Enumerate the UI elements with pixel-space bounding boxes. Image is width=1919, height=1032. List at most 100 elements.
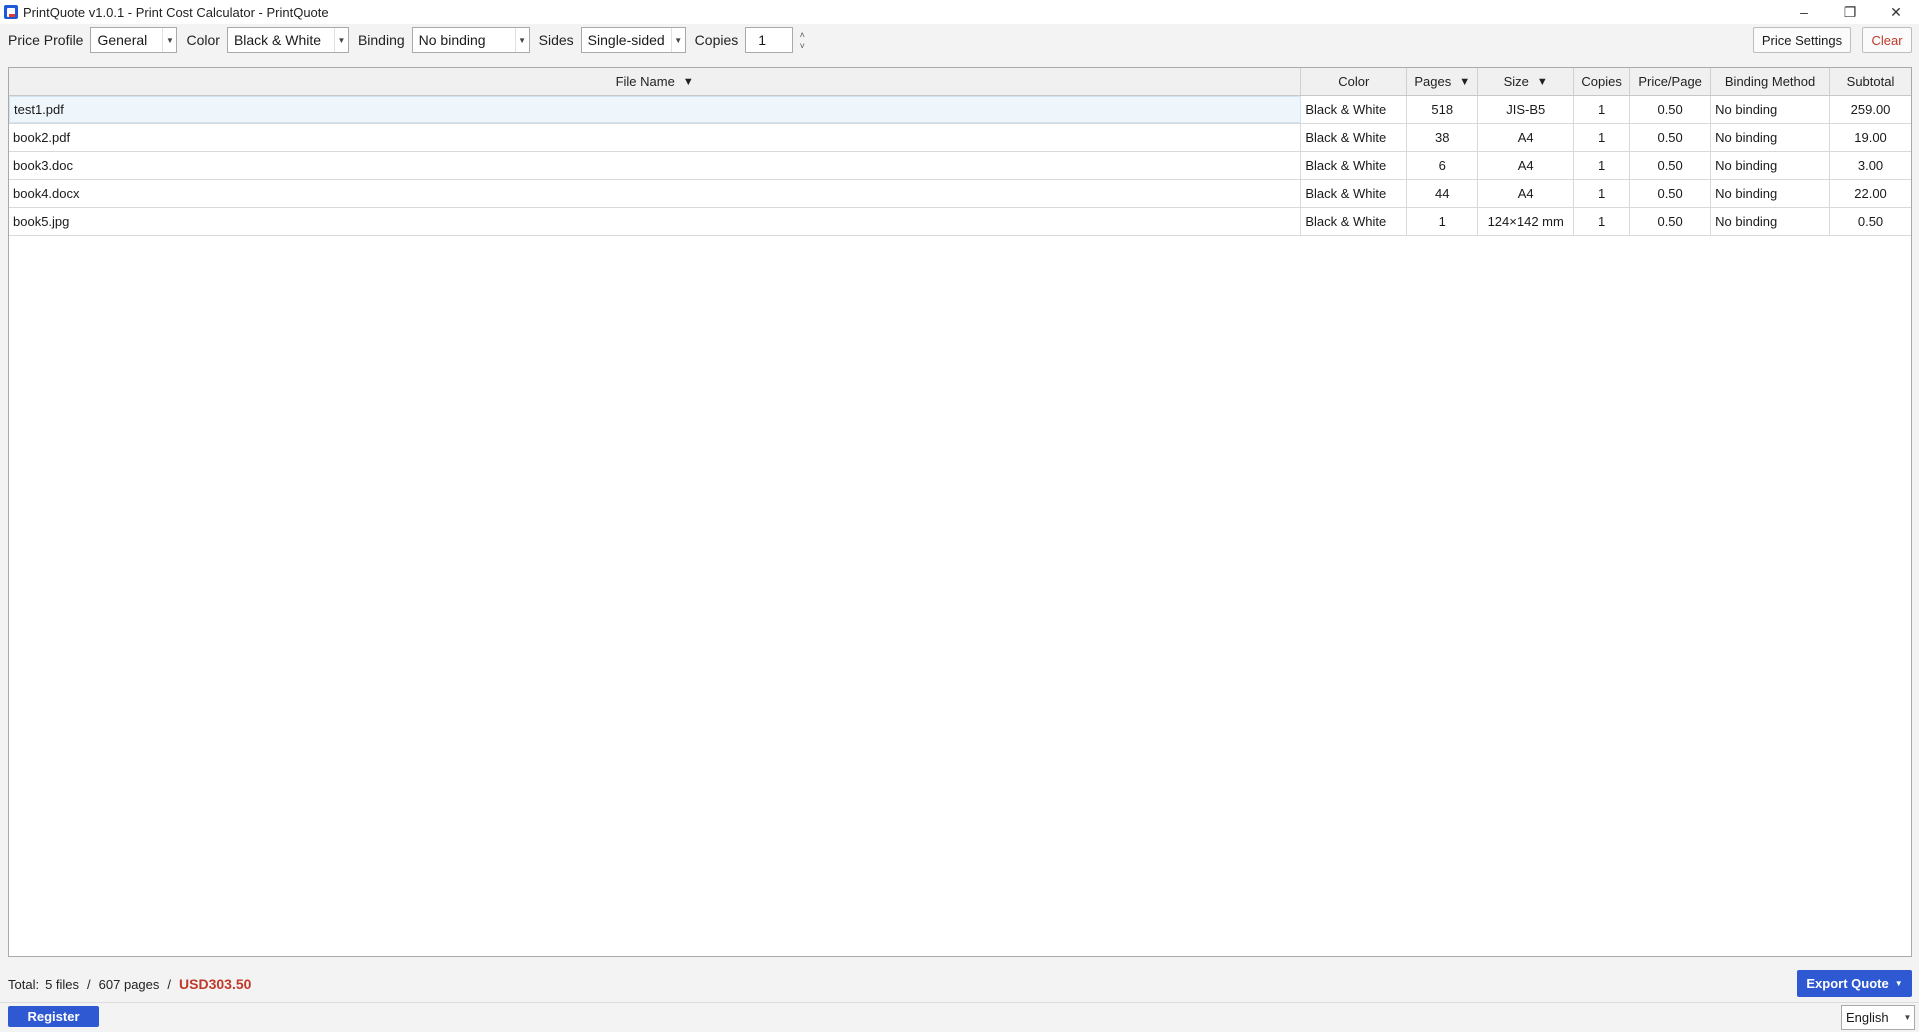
- totals-summary: Total: 5 files / 607 pages / USD303.50: [8, 974, 251, 994]
- cell-pages: 6: [1407, 152, 1479, 179]
- chevron-down-icon: ▼: [162, 28, 176, 52]
- copies-value: 1: [758, 32, 767, 48]
- header-copies[interactable]: Copies: [1574, 68, 1631, 95]
- sides-label: Sides: [538, 32, 574, 48]
- header-size-label: Size: [1503, 74, 1529, 89]
- window-title: PrintQuote v1.0.1 - Print Cost Calculato…: [23, 4, 329, 20]
- cell-color: Black & White: [1301, 152, 1408, 179]
- sort-desc-icon: ▼: [1459, 75, 1471, 88]
- cell-color: Black & White: [1301, 96, 1408, 123]
- sides-select[interactable]: Single-sided ▼: [580, 27, 686, 53]
- header-subtotal[interactable]: Subtotal: [1830, 68, 1911, 95]
- price-profile-label: Price Profile: [8, 32, 84, 48]
- cell-color: Black & White: [1301, 180, 1408, 207]
- cell-copies: 1: [1574, 152, 1631, 179]
- copies-label: Copies: [694, 32, 739, 48]
- cell-file-name: test1.pdf: [9, 96, 1302, 123]
- header-color[interactable]: Color: [1301, 68, 1408, 95]
- table-row[interactable]: test1.pdf Black & White 518 JIS-B5 1 0.5…: [9, 96, 1911, 124]
- table-row[interactable]: book3.doc Black & White 6 A4 1 0.50 No b…: [9, 152, 1911, 180]
- language-select[interactable]: English ▼: [1841, 1005, 1915, 1030]
- cell-subtotal: 0.50: [1857, 214, 1884, 229]
- cell-copies: 1: [1574, 208, 1631, 235]
- chevron-down-icon: ▼: [670, 28, 685, 52]
- total-pages: 607 pages: [98, 976, 160, 992]
- cell-pages: 518: [1407, 96, 1479, 123]
- cell-price-page: 0.50: [1630, 96, 1712, 123]
- binding-label: Binding: [357, 32, 405, 48]
- cell-binding-method: No binding: [1711, 96, 1831, 123]
- cell-binding-method: No binding: [1711, 180, 1831, 207]
- separator: /: [167, 976, 172, 992]
- price-settings-button[interactable]: Price Settings: [1753, 27, 1851, 53]
- cell-size: A4: [1478, 152, 1575, 179]
- header-price-page[interactable]: Price/Page: [1630, 68, 1712, 95]
- table-header: File Name ▼ Color Pages ▼ Size ▼ Copies …: [9, 68, 1911, 96]
- cell-file-name: book5.jpg: [9, 208, 1302, 235]
- register-button[interactable]: Register: [8, 1006, 99, 1027]
- cell-pages: 44: [1407, 180, 1479, 207]
- close-button[interactable]: ✕: [1873, 0, 1919, 24]
- table-row[interactable]: book2.pdf Black & White 38 A4 1 0.50 No …: [9, 124, 1911, 152]
- export-quote-label: Export Quote: [1806, 976, 1889, 991]
- file-table: File Name ▼ Color Pages ▼ Size ▼ Copies …: [8, 67, 1912, 957]
- cell-copies: 1: [1574, 180, 1631, 207]
- total-label: Total:: [8, 976, 40, 992]
- export-quote-button[interactable]: Export Quote ▼: [1797, 970, 1912, 997]
- table-row[interactable]: book4.docx Black & White 44 A4 1 0.50 No…: [9, 180, 1911, 208]
- chevron-down-icon: ▼: [514, 28, 529, 52]
- cell-file-name: book2.pdf: [9, 124, 1302, 151]
- cell-subtotal: 19.00: [1854, 130, 1887, 145]
- window-controls: – ❐ ✕: [1781, 0, 1919, 24]
- total-files: 5 files: [45, 976, 80, 992]
- clear-button[interactable]: Clear: [1862, 27, 1912, 53]
- binding-value: No binding: [418, 32, 486, 48]
- cell-pages: 38: [1407, 124, 1479, 151]
- cell-subtotal: 259.00: [1850, 102, 1891, 117]
- app-icon: [4, 5, 18, 19]
- cell-price-page: 0.50: [1630, 152, 1712, 179]
- divider: [0, 1002, 1919, 1003]
- restore-button[interactable]: ❐: [1827, 0, 1873, 24]
- cell-price-page: 0.50: [1630, 180, 1712, 207]
- header-binding-method[interactable]: Binding Method: [1711, 68, 1831, 95]
- cell-price-page: 0.50: [1630, 124, 1712, 151]
- cell-copies: 1: [1574, 124, 1631, 151]
- sort-desc-icon: ▼: [682, 75, 694, 88]
- separator: /: [87, 976, 91, 992]
- copies-stepper[interactable]: 1 ˄ ˅: [745, 27, 805, 53]
- color-label: Color: [186, 32, 220, 48]
- cell-size: 124×142 mm: [1478, 208, 1575, 235]
- stepper-arrows[interactable]: ˄ ˅: [796, 28, 808, 54]
- cell-binding-method: No binding: [1711, 208, 1831, 235]
- table-row[interactable]: book5.jpg Black & White 1 124×142 mm 1 0…: [9, 208, 1911, 236]
- color-value: Black & White: [233, 32, 322, 48]
- header-size[interactable]: Size ▼: [1478, 68, 1575, 95]
- chevron-up-icon[interactable]: ˄: [800, 30, 805, 41]
- cell-copies: 1: [1574, 96, 1631, 123]
- chevron-down-icon: ▼: [1894, 979, 1903, 988]
- chevron-down-icon[interactable]: ˅: [800, 41, 805, 52]
- cell-subtotal: 22.00: [1854, 186, 1887, 201]
- header-pages-label: Pages: [1414, 74, 1452, 89]
- cell-binding-method: No binding: [1711, 152, 1831, 179]
- cell-binding-method: No binding: [1711, 124, 1831, 151]
- header-pages[interactable]: Pages ▼: [1407, 68, 1479, 95]
- cell-color: Black & White: [1301, 208, 1408, 235]
- sort-desc-icon: ▼: [1536, 75, 1548, 88]
- language-value: English: [1846, 1010, 1889, 1025]
- toolbar: Price Profile General ▼ Color Black & Wh…: [0, 24, 1919, 56]
- cell-size: A4: [1478, 180, 1575, 207]
- cell-file-name: book3.doc: [9, 152, 1302, 179]
- cell-subtotal: 3.00: [1857, 158, 1884, 173]
- minimize-button[interactable]: –: [1781, 0, 1827, 24]
- price-profile-select[interactable]: General ▼: [90, 27, 178, 53]
- header-file-name-label: File Name: [615, 74, 675, 89]
- binding-select[interactable]: No binding ▼: [411, 27, 530, 53]
- title-bar: PrintQuote v1.0.1 - Print Cost Calculato…: [0, 0, 1919, 24]
- cell-price-page: 0.50: [1630, 208, 1712, 235]
- color-select[interactable]: Black & White ▼: [226, 27, 349, 53]
- header-file-name[interactable]: File Name ▼: [9, 68, 1302, 95]
- cell-pages: 1: [1407, 208, 1479, 235]
- cell-file-name: book4.docx: [9, 180, 1302, 207]
